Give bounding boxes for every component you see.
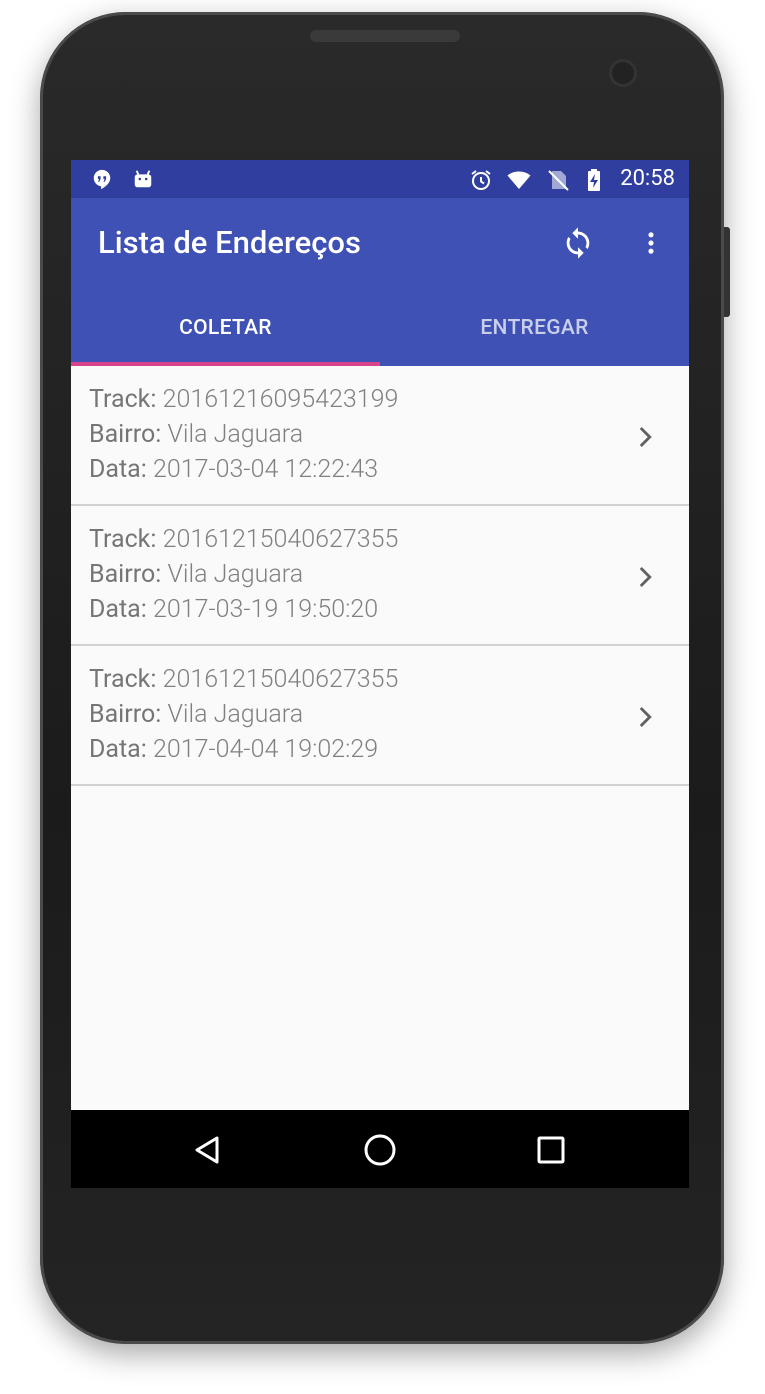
address-list: Track: 20161216095423199 Bairro: Vila Ja… — [71, 366, 689, 786]
home-icon[interactable] — [362, 1132, 398, 1168]
tab-entregar[interactable]: ENTREGAR — [380, 298, 689, 366]
bairro-label: Bairro: — [89, 420, 162, 449]
device-screen: 20:58 Lista de Endereços COLETAR ENTREGA… — [71, 160, 689, 1188]
track-value: 20161215040627355 — [162, 525, 399, 554]
list-item[interactable]: Track: 20161216095423199 Bairro: Vila Ja… — [71, 366, 689, 506]
android-debug-icon — [134, 170, 152, 188]
data-label: Data: — [89, 735, 147, 764]
bairro-value: Vila Jaguara — [167, 700, 304, 729]
data-label: Data: — [89, 455, 147, 484]
track-label: Track: — [89, 665, 157, 694]
front-camera — [612, 62, 634, 84]
more-vert-icon[interactable] — [637, 226, 665, 260]
status-time: 20:58 — [620, 166, 675, 191]
data-value: 2017-03-04 12:22:43 — [153, 455, 379, 484]
track-label: Track: — [89, 525, 157, 554]
bairro-value: Vila Jaguara — [167, 560, 304, 589]
list-item[interactable]: Track: 20161215040627355 Bairro: Vila Ja… — [71, 506, 689, 646]
list-item[interactable]: Track: 20161215040627355 Bairro: Vila Ja… — [71, 646, 689, 786]
chevron-right-icon[interactable] — [631, 422, 661, 452]
chevron-right-icon[interactable] — [631, 702, 661, 732]
bairro-label: Bairro: — [89, 700, 162, 729]
refresh-icon[interactable] — [561, 226, 595, 260]
battery-charging-icon — [588, 169, 600, 191]
app-bar: Lista de Endereços COLETAR ENTREGAR — [71, 198, 689, 366]
data-label: Data: — [89, 595, 147, 624]
track-value: 20161215040627355 — [162, 665, 399, 694]
tab-coletar[interactable]: COLETAR — [71, 298, 380, 366]
power-button — [724, 227, 730, 317]
data-value: 2017-03-19 19:50:20 — [153, 595, 379, 624]
track-value: 20161216095423199 — [162, 385, 399, 414]
track-label: Track: — [89, 385, 157, 414]
alarm-icon — [471, 170, 491, 190]
data-value: 2017-04-04 19:02:29 — [153, 735, 379, 764]
bairro-label: Bairro: — [89, 560, 162, 589]
page-title: Lista de Endereços — [98, 224, 361, 261]
wifi-icon — [507, 171, 531, 189]
hangouts-icon — [93, 169, 111, 190]
navigation-bar — [71, 1110, 689, 1188]
tab-coletar-label: COLETAR — [179, 316, 272, 340]
no-sim-icon — [548, 170, 569, 191]
chevron-right-icon[interactable] — [631, 562, 661, 592]
bairro-value: Vila Jaguara — [167, 420, 304, 449]
status-bar: 20:58 — [71, 160, 689, 198]
back-icon[interactable] — [190, 1132, 226, 1168]
earpiece — [310, 30, 460, 42]
recents-icon[interactable] — [533, 1132, 569, 1168]
tab-entregar-label: ENTREGAR — [480, 316, 589, 340]
